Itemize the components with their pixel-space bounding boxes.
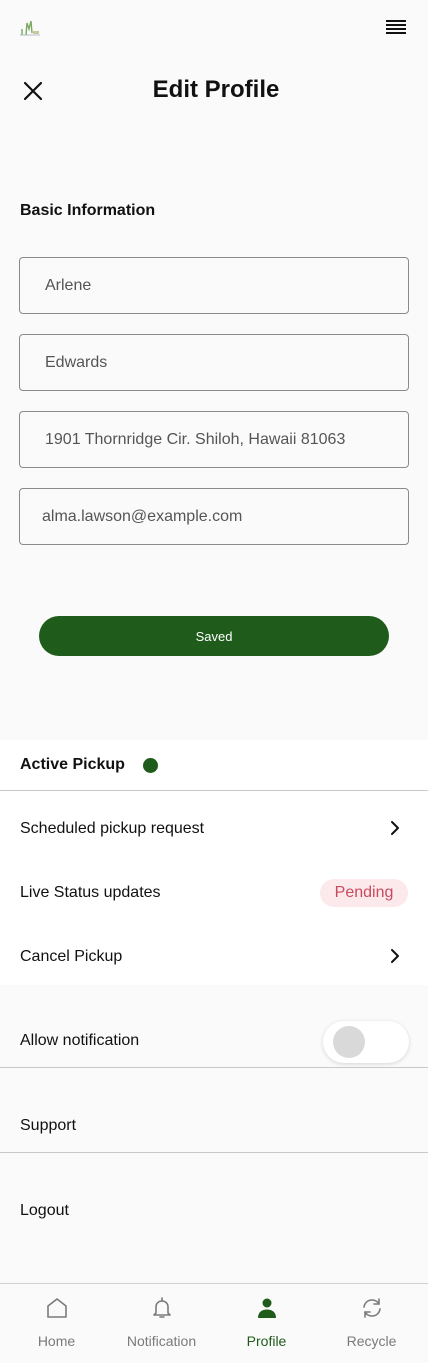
nav-profile[interactable]: Profile	[213, 1284, 320, 1363]
divider	[0, 1152, 428, 1153]
address-input[interactable]	[20, 412, 408, 467]
app-logo[interactable]	[19, 17, 41, 37]
page-header: Edit Profile	[0, 70, 428, 114]
menu-icon[interactable]	[386, 20, 406, 36]
notification-toggle[interactable]	[323, 1021, 409, 1063]
page-title: Edit Profile	[152, 76, 280, 103]
save-button[interactable]: Saved	[39, 616, 389, 656]
allow-notification-label: Allow notification	[20, 1032, 140, 1049]
person-icon[interactable]	[255, 1296, 279, 1320]
cancel-pickup-item[interactable]: Cancel Pickup	[20, 948, 122, 966]
support-item[interactable]: Support	[20, 1117, 76, 1135]
nav-home-label: Home	[37, 1333, 76, 1349]
scheduled-pickup-request-item[interactable]: Scheduled pickup request	[20, 820, 204, 838]
recycle-icon[interactable]	[360, 1296, 384, 1320]
nav-home[interactable]: Home	[3, 1284, 110, 1363]
nav-notification-label: Notification	[126, 1333, 197, 1349]
status-badge: Pending	[320, 879, 408, 907]
divider	[0, 790, 428, 791]
status-indicator-dot	[143, 758, 158, 773]
address-field[interactable]	[19, 411, 409, 468]
nav-recycle-label: Recycle	[346, 1333, 397, 1349]
home-icon[interactable]	[45, 1296, 69, 1320]
nav-notification[interactable]: Notification	[108, 1284, 215, 1363]
email-field[interactable]	[19, 488, 409, 545]
top-bar	[0, 0, 428, 60]
first-name-input[interactable]	[20, 258, 408, 313]
last-name-input[interactable]	[20, 335, 408, 390]
divider	[0, 1067, 428, 1068]
active-pickup-heading: Active Pickup	[20, 756, 125, 773]
bottom-navigation: Home Notification Profile Recycle	[0, 1283, 428, 1363]
nav-recycle[interactable]: Recycle	[318, 1284, 425, 1363]
live-status-updates-item[interactable]: Live Status updates	[20, 884, 161, 902]
basic-information-heading: Basic Information	[20, 202, 156, 219]
first-name-field[interactable]	[19, 257, 409, 314]
active-pickup-panel: Active Pickup Scheduled pickup request L…	[0, 740, 428, 985]
email-input[interactable]	[20, 489, 408, 544]
toggle-knob[interactable]	[333, 1026, 365, 1058]
last-name-field[interactable]	[19, 334, 409, 391]
chevron-right-icon[interactable]	[388, 820, 402, 836]
logout-item[interactable]: Logout	[20, 1202, 69, 1220]
chevron-right-icon[interactable]	[388, 948, 402, 964]
edit-profile-page: Edit Profile Basic Information Saved Act…	[0, 0, 428, 1363]
nav-profile-label: Profile	[246, 1333, 287, 1349]
bell-icon[interactable]	[150, 1296, 174, 1320]
